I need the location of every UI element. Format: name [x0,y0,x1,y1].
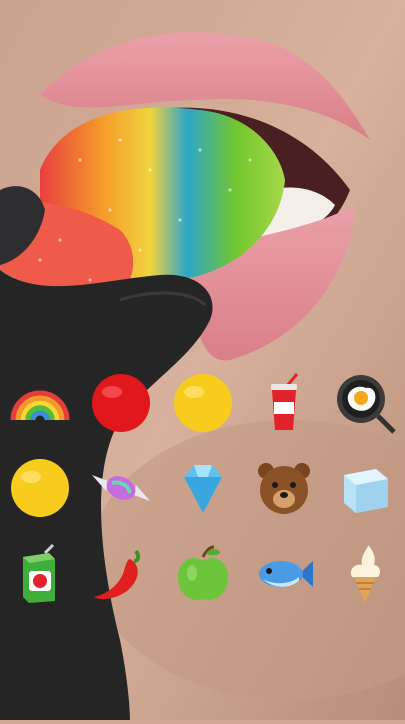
candy-emoji[interactable] [90,457,152,519]
bear-face-emoji[interactable] [253,457,315,519]
juice-box-emoji[interactable] [9,543,71,605]
soft-ice-cream-emoji[interactable] [334,543,396,605]
soda-cup-emoji[interactable] [253,372,315,434]
gem-emoji[interactable] [172,457,234,519]
video-frame [0,0,405,720]
yellow-circle-emoji[interactable] [172,372,234,434]
yellow-circle-emoji[interactable] [9,457,71,519]
ice-cube-emoji[interactable] [334,457,396,519]
hot-pepper-emoji[interactable] [90,543,152,605]
red-circle-emoji[interactable] [90,372,152,434]
fried-egg-pan-emoji[interactable] [334,372,396,434]
rainbow-emoji[interactable] [9,372,71,434]
fish-emoji[interactable] [253,543,315,605]
background-photo [0,0,405,720]
green-apple-emoji[interactable] [172,543,234,605]
